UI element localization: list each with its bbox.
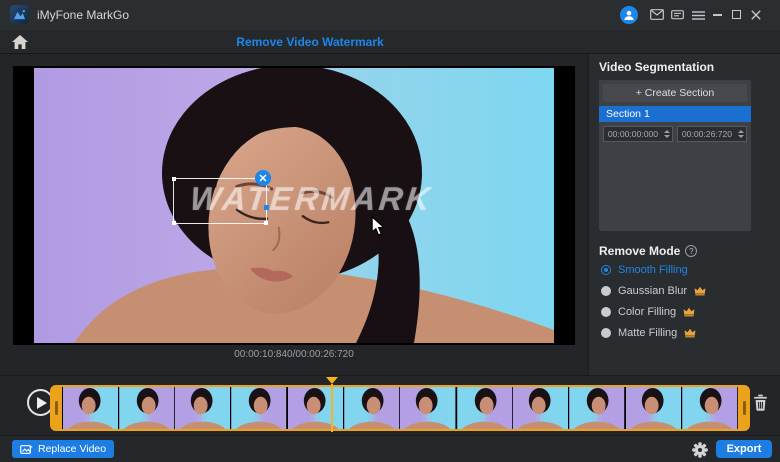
remove-mode-option-gaussian-blur[interactable]: Gaussian Blur: [601, 285, 770, 297]
timeline-thumbnail[interactable]: [119, 387, 174, 429]
mouse-cursor-icon: [371, 216, 385, 241]
account-avatar[interactable]: [620, 6, 638, 24]
remove-mode-option-color-filling[interactable]: Color Filling: [601, 306, 770, 318]
settings-gear-icon[interactable]: [691, 441, 708, 458]
section-start-input[interactable]: 00:00:00:000: [603, 126, 673, 142]
timeline-thumbnail[interactable]: [175, 387, 230, 429]
timeline-row: [0, 375, 780, 435]
timeline-thumbnail[interactable]: [682, 387, 737, 429]
video-preview[interactable]: WATERMARK: [13, 66, 575, 345]
maximize-button[interactable]: [732, 10, 741, 19]
remove-mode-heading: Remove Mode ?: [599, 244, 770, 258]
playhead-line[interactable]: [331, 384, 333, 432]
page-title: Remove Video Watermark: [0, 30, 620, 54]
close-button[interactable]: [751, 10, 761, 20]
timeline-thumbnail[interactable]: [457, 387, 512, 429]
section-item[interactable]: Section 1: [599, 106, 751, 122]
radio-icon: [601, 286, 611, 296]
app-title: iMyFone MarkGo: [37, 0, 129, 30]
remove-mode-option-matte-filling[interactable]: Matte Filling: [601, 327, 770, 339]
selection-handle[interactable]: [264, 221, 268, 225]
timeline-thumbnails[interactable]: [62, 387, 738, 429]
timeline-thumbnail[interactable]: [63, 387, 118, 429]
timeline-thumbnail[interactable]: [231, 387, 286, 429]
remove-mode-option-smooth-filling[interactable]: Smooth Filling: [601, 264, 770, 276]
title-bar: iMyFone MarkGo: [0, 0, 780, 30]
section-end-input[interactable]: 00:00:26:720: [677, 126, 747, 142]
timeline-thumbnail[interactable]: [400, 387, 455, 429]
replace-video-icon: [20, 444, 33, 455]
app-logo-icon: [10, 5, 29, 24]
radio-icon: [601, 307, 611, 317]
playhead-marker[interactable]: [326, 377, 338, 384]
time-spinner-icon[interactable]: [736, 130, 746, 138]
watermark-selection-box[interactable]: [173, 178, 267, 224]
minimize-button[interactable]: [713, 14, 722, 16]
help-icon[interactable]: ?: [685, 245, 697, 257]
timeline-thumbnail[interactable]: [569, 387, 624, 429]
play-icon: [37, 397, 47, 409]
sidebar: Video Segmentation + Create Section Sect…: [588, 54, 780, 375]
premium-crown-icon: [694, 286, 706, 296]
timeline-thumbnail[interactable]: [288, 387, 343, 429]
timeline-thumbnail[interactable]: [626, 387, 681, 429]
trim-handle-right[interactable]: [743, 401, 746, 415]
trim-handle-left[interactable]: [55, 401, 58, 415]
export-button[interactable]: Export: [716, 440, 772, 458]
radio-icon: [601, 265, 611, 275]
selection-handle[interactable]: [172, 221, 176, 225]
timeline-clip[interactable]: [50, 385, 750, 431]
footer-bar: Replace Video Export: [0, 435, 780, 462]
mail-icon[interactable]: [650, 9, 664, 20]
premium-crown-icon: [684, 328, 696, 338]
feedback-chat-icon[interactable]: [671, 10, 684, 21]
segmentation-panel: + Create Section Section 1 00:00:00:000 …: [599, 80, 751, 231]
radio-icon: [601, 328, 611, 338]
playback-timecode: 00:00:10:840/00:00:26:720: [13, 349, 575, 360]
markgo-window: iMyFone MarkGo Remove Video Watermark: [0, 0, 780, 462]
delete-section-button[interactable]: [752, 393, 769, 412]
timeline-thumbnail[interactable]: [344, 387, 399, 429]
watermark-close-button[interactable]: [255, 170, 271, 186]
create-section-button[interactable]: + Create Section: [603, 84, 747, 102]
timeline-thumbnail[interactable]: [513, 387, 568, 429]
video-segmentation-heading: Video Segmentation: [599, 60, 770, 74]
time-spinner-icon[interactable]: [662, 130, 672, 138]
replace-video-button[interactable]: Replace Video: [12, 440, 114, 458]
selection-handle[interactable]: [172, 177, 176, 181]
nav-bar: Remove Video Watermark: [0, 30, 780, 54]
premium-crown-icon: [683, 307, 695, 317]
menu-icon[interactable]: [692, 11, 705, 20]
selection-handle[interactable]: [264, 205, 269, 210]
